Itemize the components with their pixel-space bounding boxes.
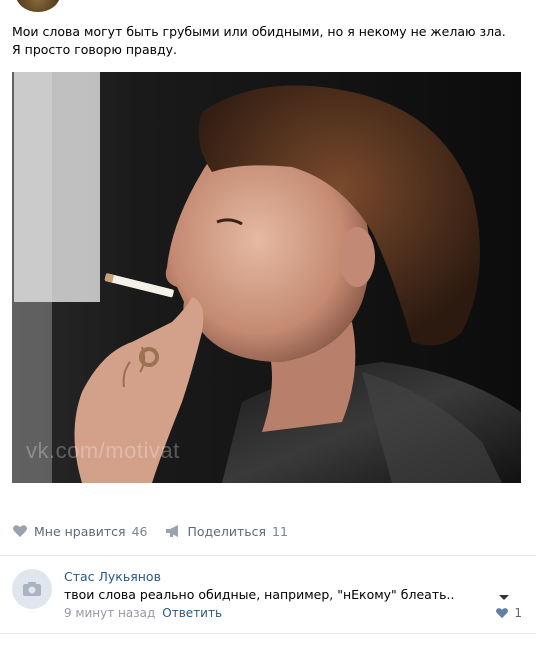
comment-author[interactable]: Стас Лукьянов: [64, 569, 161, 584]
comment-like-count: 1: [514, 606, 522, 620]
comment-like-button[interactable]: 1: [495, 606, 522, 620]
share-count: 11: [272, 523, 288, 539]
post-text: Мои слова могут быть грубыми или обидным…: [12, 24, 506, 57]
like-count: 46: [131, 523, 148, 539]
share-button[interactable]: Поделиться 11: [165, 523, 288, 539]
comment-time[interactable]: 9 минут назад: [64, 606, 155, 620]
share-label: Поделиться: [187, 523, 267, 539]
heart-icon: [13, 525, 27, 537]
megaphone-icon: [166, 525, 179, 537]
like-label: Мне нравится: [34, 523, 126, 539]
comment-meta: 9 минут назад Ответить: [64, 606, 222, 620]
photo-watermark: vk.com/motivat: [26, 438, 180, 463]
like-button[interactable]: Мне нравится 46: [12, 524, 147, 539]
camera-icon: [23, 582, 41, 596]
heart-icon: [496, 608, 509, 619]
post-author-avatar[interactable]: [16, 0, 60, 12]
reply-button[interactable]: Ответить: [162, 606, 222, 620]
comment-text: твои слова реально обидные, например, "н…: [64, 587, 455, 602]
section-divider: [0, 555, 536, 556]
bottom-divider: [0, 633, 536, 634]
photo-illustration: [12, 72, 521, 483]
post-actions: Мне нравится 46 Поделиться 11: [12, 521, 306, 541]
comment-avatar[interactable]: [12, 569, 52, 609]
post-photo[interactable]: vk.com/motivat: [12, 72, 521, 483]
chevron-down-icon[interactable]: [499, 595, 509, 600]
